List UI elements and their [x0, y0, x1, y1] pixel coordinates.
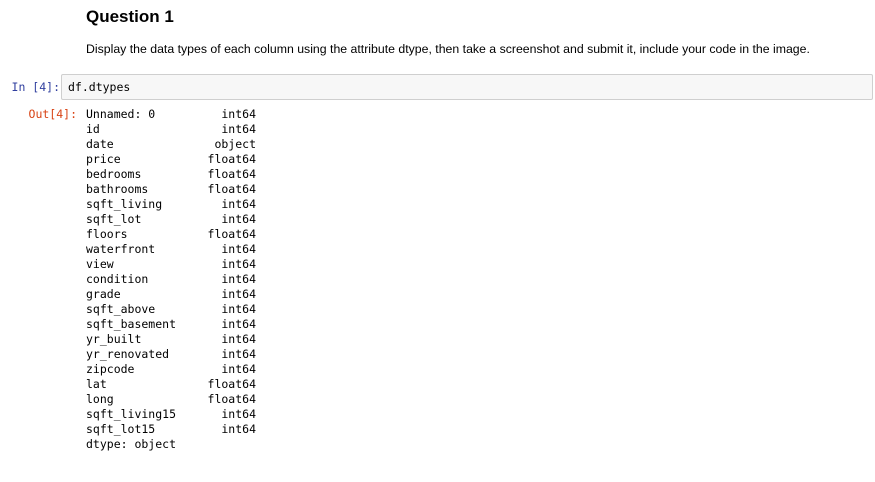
column-name: lat [86, 377, 107, 391]
output-row: condition int64 [86, 272, 256, 287]
column-dtype: int64 [221, 407, 256, 421]
column-dtype: int64 [221, 347, 256, 361]
column-name: price [86, 152, 121, 166]
column-dtype: float64 [207, 377, 256, 391]
column-dtype: int64 [221, 317, 256, 331]
output-row: sqft_living15 int64 [86, 407, 256, 422]
output-row: yr_built int64 [86, 332, 256, 347]
output-row: floors float64 [86, 227, 256, 242]
column-dtype: int64 [221, 107, 256, 121]
output-row: view int64 [86, 257, 256, 272]
column-dtype: int64 [221, 197, 256, 211]
column-dtype: int64 [221, 122, 256, 136]
column-name: long [86, 392, 114, 406]
column-name: sqft_living [86, 197, 163, 211]
column-dtype: int64 [221, 242, 256, 256]
output-row: sqft_lot int64 [86, 212, 256, 227]
column-name: zipcode [86, 362, 135, 376]
input-prompt: In [4]: [11, 80, 60, 94]
column-name: condition [86, 272, 149, 286]
column-name: bathrooms [86, 182, 149, 196]
output-row: date object [86, 137, 256, 152]
output-row: yr_renovated int64 [86, 347, 256, 362]
output-row: sqft_above int64 [86, 302, 256, 317]
output-row: sqft_lot15 int64 [86, 422, 256, 437]
column-dtype: float64 [207, 227, 256, 241]
column-dtype: float64 [207, 182, 256, 196]
column-name: bedrooms [86, 167, 142, 181]
column-dtype: int64 [221, 362, 256, 376]
column-name: grade [86, 287, 121, 301]
markdown-cell[interactable]: Question 1 Display the data types of eac… [86, 6, 866, 57]
column-dtype: int64 [221, 302, 256, 316]
column-name: waterfront [86, 242, 156, 256]
output-row: Unnamed: 0 int64 [86, 107, 256, 122]
column-dtype: int64 [221, 212, 256, 226]
column-name: date [86, 137, 114, 151]
code-input-area[interactable]: df.dtypes [61, 74, 873, 100]
output-row: sqft_basement int64 [86, 317, 256, 332]
output-row: long float64 [86, 392, 256, 407]
column-dtype: object [214, 137, 256, 151]
output-row: lat float64 [86, 377, 256, 392]
output-row: price float64 [86, 152, 256, 167]
column-name: floors [86, 227, 128, 241]
code-input-text[interactable]: df.dtypes [68, 80, 130, 95]
output-row: id int64 [86, 122, 256, 137]
output-row: waterfront int64 [86, 242, 256, 257]
column-dtype: int64 [221, 422, 256, 436]
column-dtype: float64 [207, 392, 256, 406]
column-name: sqft_lot15 [86, 422, 156, 436]
output-area: Unnamed: 0 int64 id int64 date object pr… [86, 107, 256, 452]
column-dtype: int64 [221, 287, 256, 301]
column-name: sqft_living15 [86, 407, 177, 421]
output-row: bedrooms float64 [86, 167, 256, 182]
column-name: sqft_above [86, 302, 156, 316]
output-row: zipcode int64 [86, 362, 256, 377]
column-name: id [86, 122, 100, 136]
question-heading: Question 1 [86, 7, 174, 26]
column-dtype: int64 [221, 272, 256, 286]
column-name: sqft_lot [86, 212, 142, 226]
column-name: yr_renovated [86, 347, 170, 361]
column-dtype: int64 [221, 257, 256, 271]
output-row: grade int64 [86, 287, 256, 302]
output-row: bathrooms float64 [86, 182, 256, 197]
column-dtype: float64 [207, 152, 256, 166]
column-name: yr_built [86, 332, 142, 346]
column-dtype: float64 [207, 167, 256, 181]
column-dtype: int64 [221, 332, 256, 346]
column-name: sqft_basement [86, 317, 177, 331]
output-row: sqft_living int64 [86, 197, 256, 212]
output-prompt: Out[4]: [28, 107, 77, 121]
question-instruction: Display the data types of each column us… [86, 42, 810, 56]
column-name: view [86, 257, 114, 271]
column-name: Unnamed: 0 [86, 107, 156, 121]
